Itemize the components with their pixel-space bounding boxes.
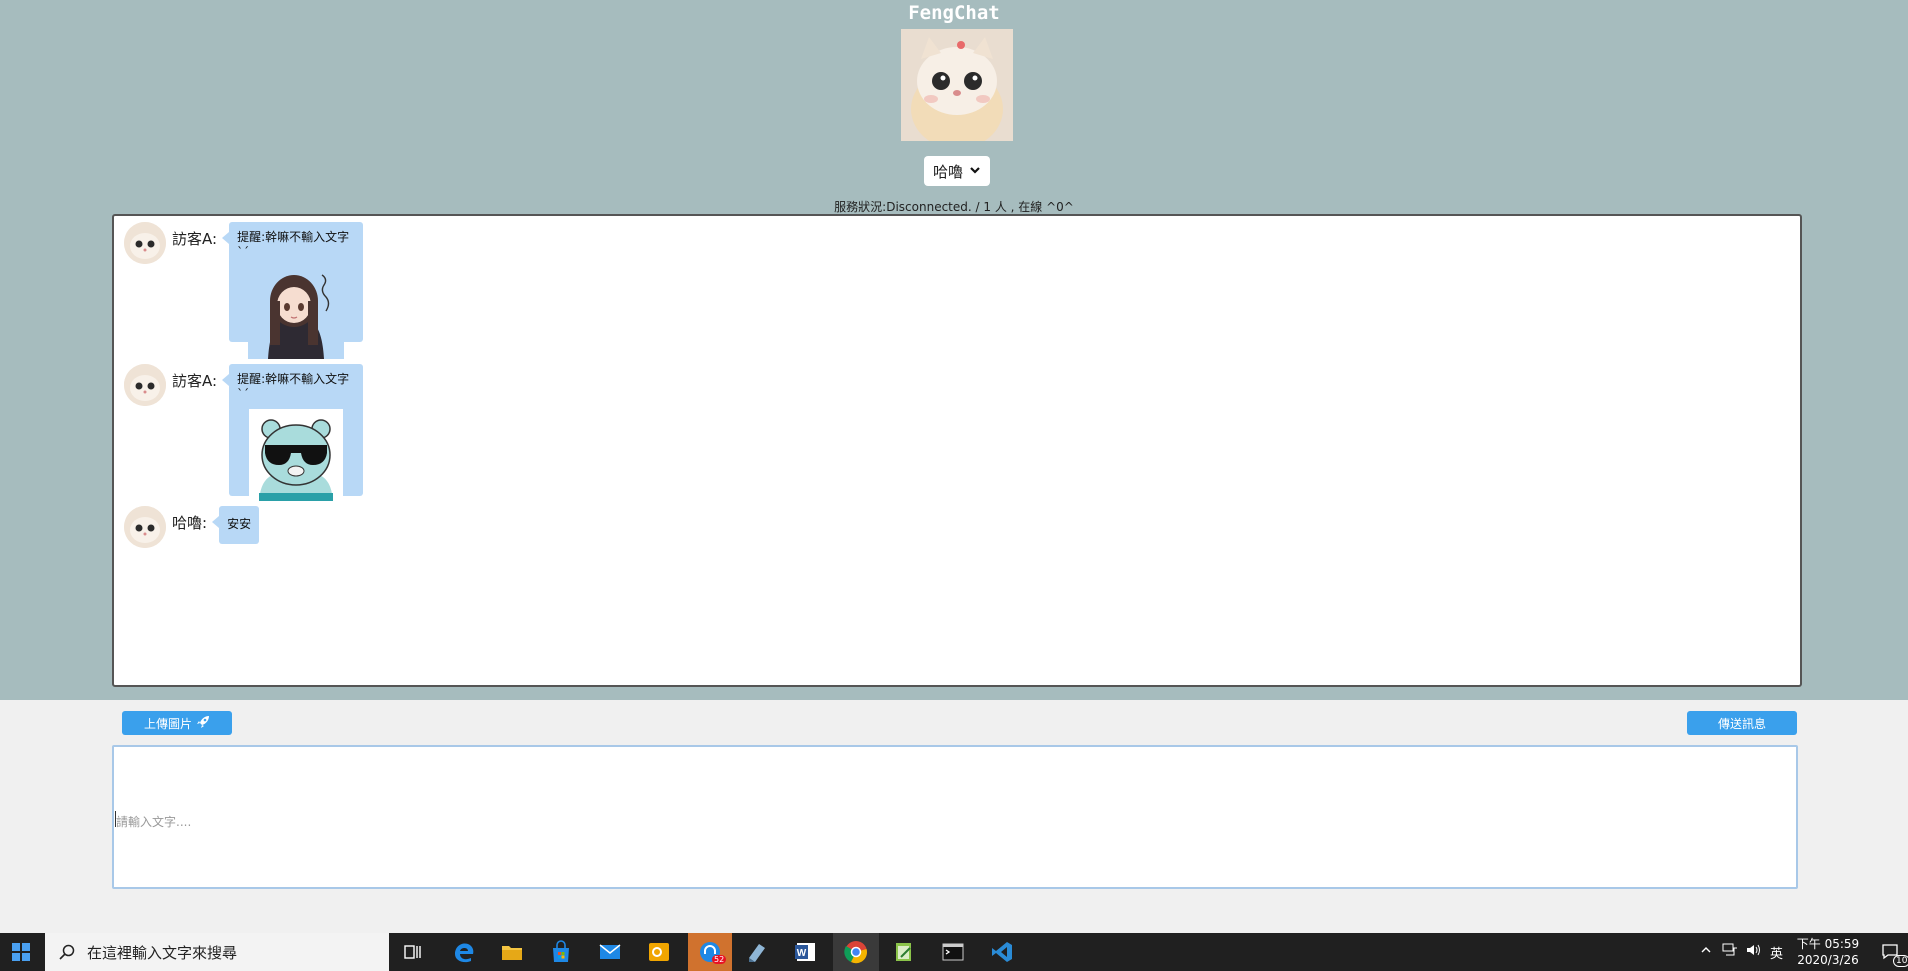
notification-badge: 52 xyxy=(712,955,727,964)
notification-count: 10 xyxy=(1893,955,1908,967)
sender-name: 訪客A: xyxy=(172,372,218,390)
bear-sticker-image xyxy=(249,409,344,501)
taskbar-search-placeholder: 在這裡輸入文字來搜尋 xyxy=(87,943,238,962)
chat-message: 訪客A: 提醒:幹嘛不輸入文字ˋˊ xyxy=(124,364,364,501)
taskbar-search[interactable]: 在這裡輸入文字來搜尋 xyxy=(45,933,389,971)
windows-icon xyxy=(12,943,30,961)
mail-icon[interactable] xyxy=(598,940,622,964)
terminal-icon[interactable] xyxy=(941,940,965,964)
header-area: FengChat 哈嚕 服務狀況:Disconnected. / 1 人 , 在… xyxy=(0,0,1908,700)
message-text: 提醒:幹嘛不輸入文字ˋˊ xyxy=(237,372,350,401)
chevron-down-icon xyxy=(969,162,981,180)
chat-window: 訪客A: 提醒:幹嘛不輸入文字ˋˊ 訪客A: 提醒:幹嘛不輸入文字ˋˊ 哈嚕: … xyxy=(112,214,1802,687)
network-icon[interactable] xyxy=(1722,943,1738,961)
notepad-icon[interactable] xyxy=(892,940,916,964)
avatar xyxy=(124,506,166,548)
avatar xyxy=(124,222,166,264)
search-icon xyxy=(59,944,75,960)
message-input-placeholder: 請輸入文字.... xyxy=(116,815,192,829)
chrome-icon-active[interactable] xyxy=(833,933,879,971)
svg-text:W: W xyxy=(797,948,807,959)
user-select-value: 哈嚕 xyxy=(932,162,963,181)
taskbar: 在這裡輸入文字來搜尋 52 W 英 下午 05:59 2020/3/26 10 xyxy=(0,933,1908,971)
app-icon-with-badge[interactable]: 52 xyxy=(688,933,732,971)
store-icon[interactable] xyxy=(549,940,573,964)
sender-name: 哈嚕: xyxy=(172,514,208,532)
file-explorer-icon[interactable] xyxy=(500,940,524,964)
avatar xyxy=(124,364,166,406)
user-select-dropdown[interactable]: 哈嚕 xyxy=(924,156,990,186)
vscode-icon[interactable] xyxy=(990,940,1014,964)
message-input[interactable]: 請輸入文字.... xyxy=(112,745,1798,889)
outlook-icon[interactable] xyxy=(647,940,671,964)
profile-avatar xyxy=(901,29,1013,141)
chevron-up-icon[interactable] xyxy=(1700,944,1712,960)
ime-indicator[interactable]: 英 xyxy=(1770,943,1783,962)
message-bubble: 提醒:幹嘛不輸入文字ˋˊ xyxy=(222,364,364,501)
message-bubble: 提醒:幹嘛不輸入文字ˋˊ xyxy=(222,222,364,359)
upload-image-label: 上傳圖片 xyxy=(143,716,192,731)
clock-time: 下午 05:59 xyxy=(1796,937,1860,951)
app-title: FengChat xyxy=(908,2,1000,24)
send-message-label: 傳送訊息 xyxy=(1717,716,1766,731)
notes-app-icon[interactable] xyxy=(745,940,769,964)
volume-icon[interactable] xyxy=(1746,943,1762,961)
start-button[interactable] xyxy=(0,933,42,971)
chrome-icon xyxy=(844,941,867,964)
chat-message: 哈嚕: 安安 xyxy=(124,506,260,548)
message-bubble: 安安 xyxy=(212,506,260,544)
upload-image-button[interactable]: 上傳圖片 xyxy=(122,711,232,735)
clock-date: 2020/3/26 xyxy=(1797,953,1859,967)
send-message-button[interactable]: 傳送訊息 xyxy=(1687,711,1797,735)
message-text: 提醒:幹嘛不輸入文字ˋˊ xyxy=(237,230,350,259)
task-view-icon[interactable] xyxy=(401,940,425,964)
system-tray: 英 xyxy=(1700,933,1783,971)
message-text: 安安 xyxy=(227,517,252,531)
sender-name: 訪客A: xyxy=(172,230,218,248)
taskbar-clock[interactable]: 下午 05:59 2020/3/26 xyxy=(1796,936,1860,968)
chat-message: 訪客A: 提醒:幹嘛不輸入文字ˋˊ xyxy=(124,222,364,359)
edge-browser-icon[interactable] xyxy=(452,940,476,964)
word-icon[interactable]: W xyxy=(794,940,818,964)
girl-sticker-image xyxy=(248,267,345,359)
connection-status: 服務狀況:Disconnected. / 1 人 , 在線 ^0^ xyxy=(834,200,1074,214)
action-center-button[interactable]: 10 xyxy=(1872,933,1908,971)
rocket-icon xyxy=(196,715,210,732)
